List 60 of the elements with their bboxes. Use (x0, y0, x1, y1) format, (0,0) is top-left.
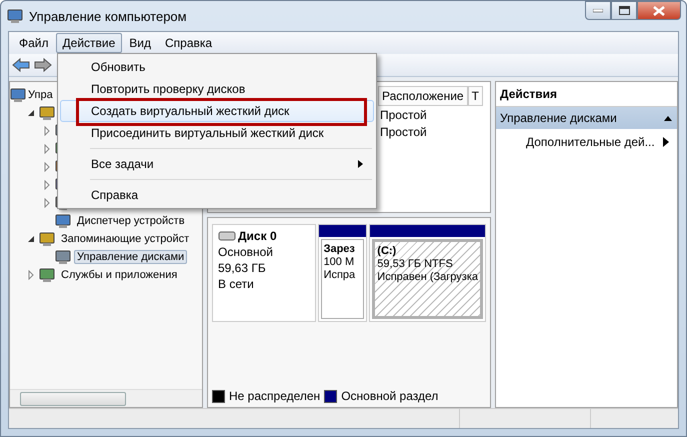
collapse-triangle-icon[interactable] (26, 108, 36, 118)
menu-option[interactable]: Все задачи (60, 153, 374, 175)
disk-name: Диск 0 (238, 229, 277, 243)
partition-text: Зарез (324, 243, 356, 255)
horizontal-scrollbar[interactable] (10, 389, 202, 407)
menu-item[interactable]: Вид (122, 33, 158, 53)
action-item[interactable]: Дополнительные дей... (496, 129, 677, 153)
column-header[interactable]: Расположение (378, 86, 468, 106)
expand-triangle-icon[interactable] (42, 126, 52, 136)
maximize-icon (618, 6, 630, 15)
node-icon (39, 105, 55, 121)
disk-type: Основной (218, 245, 274, 259)
minimize-button[interactable] (585, 1, 611, 20)
partition-text: (C:) (377, 245, 398, 257)
partition-text: 59,53 ГБ NTFS (377, 258, 454, 270)
menu-option[interactable]: Присоединить виртуальный жесткий диск (60, 122, 374, 144)
tree-item[interactable]: Службы и приложения (58, 268, 180, 282)
menu-item[interactable]: Действие (56, 33, 122, 53)
menu-item[interactable]: Файл (12, 33, 56, 53)
partition-text: 100 М (324, 256, 356, 268)
node-icon (7, 8, 23, 24)
disk-size: 59,63 ГБ (218, 261, 267, 275)
node-icon (39, 267, 55, 283)
partition-block[interactable]: Зарез 100 М Испра (318, 224, 368, 322)
table-cell: Простой (380, 108, 427, 122)
node-icon (55, 249, 71, 265)
close-button[interactable] (637, 1, 681, 20)
menu-item[interactable]: Справка (158, 33, 220, 53)
expand-triangle-icon[interactable] (42, 144, 52, 154)
column-header[interactable]: Т (468, 86, 483, 106)
expand-triangle-icon[interactable] (42, 180, 52, 190)
disk-status: В сети (218, 277, 255, 291)
expand-triangle-icon[interactable] (42, 162, 52, 172)
legend-label: Не распределен (229, 389, 320, 403)
partition-text: Исправен (Загрузка (377, 271, 478, 283)
node-icon (39, 231, 55, 247)
tree-item[interactable]: Управление дисками (74, 250, 188, 264)
submenu-arrow-icon (358, 160, 363, 168)
forward-arrow-icon[interactable] (34, 57, 52, 73)
expand-triangle-icon[interactable] (26, 270, 36, 280)
tree-item[interactable]: Запоминающие устройст (58, 232, 192, 246)
table-cell: Простой (380, 124, 427, 138)
submenu-arrow-icon (663, 137, 669, 147)
actions-section[interactable]: Управление дисками (496, 107, 677, 129)
maximize-button[interactable] (611, 1, 637, 20)
node-icon (55, 213, 71, 229)
legend-label: Основной раздел (341, 389, 438, 403)
close-icon (653, 6, 665, 16)
back-arrow-icon[interactable] (12, 57, 30, 73)
collapse-triangle-icon[interactable] (663, 114, 673, 122)
menu-option[interactable]: Повторить проверку дисков (60, 78, 374, 100)
expand-triangle-icon[interactable] (42, 198, 52, 208)
window-title: Управление компьютером (29, 8, 187, 24)
partition-text: Испра (324, 269, 356, 281)
menu-option[interactable]: Справка (60, 184, 374, 206)
tree-item[interactable]: Упра (27, 88, 54, 102)
minimize-icon (593, 8, 603, 12)
collapse-triangle-icon[interactable] (26, 234, 36, 244)
tree-item[interactable]: Диспетчер устройств (74, 214, 188, 228)
partition-block[interactable]: (C:) 59,53 ГБ NTFS Исправен (Загрузка (369, 224, 486, 322)
